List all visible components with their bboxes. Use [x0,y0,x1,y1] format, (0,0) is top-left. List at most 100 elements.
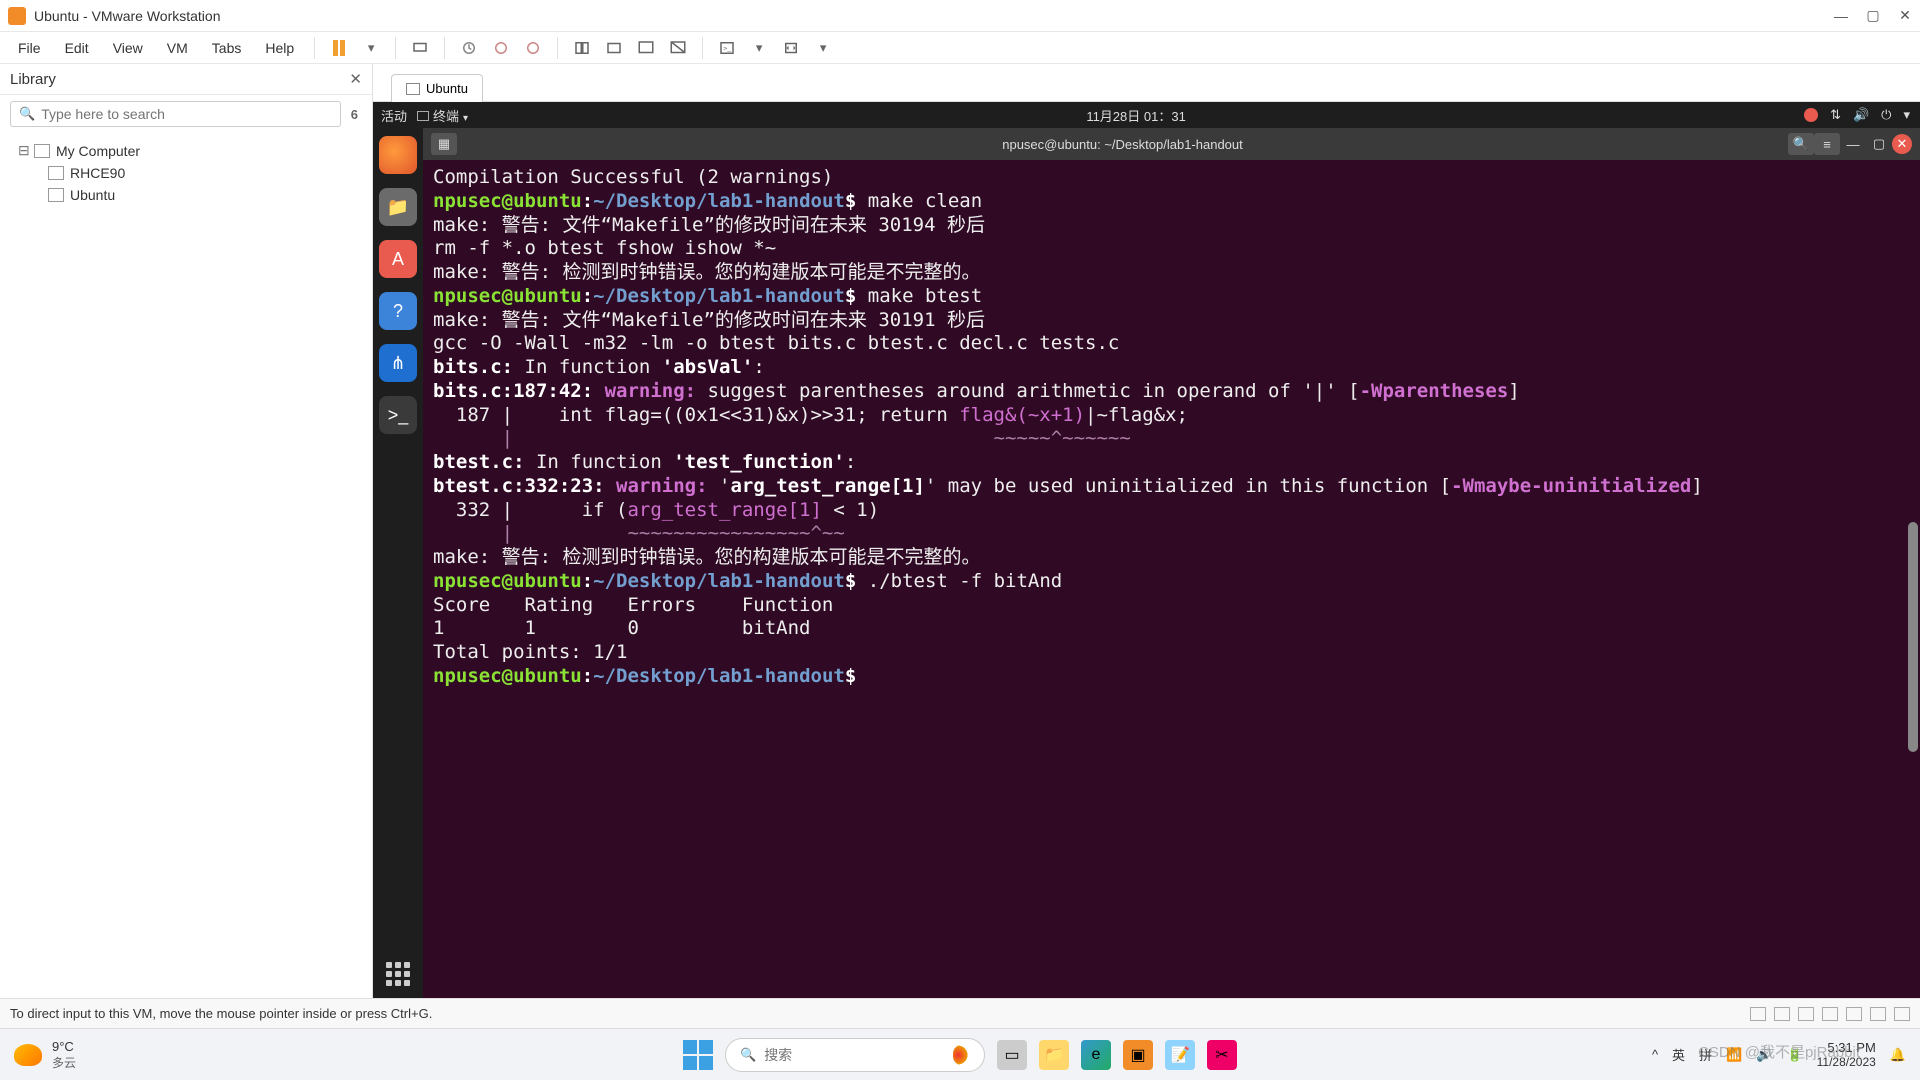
view-console-button[interactable] [600,35,628,61]
taskbar-explorer-icon[interactable]: 📁 [1039,1040,1069,1070]
terminal-maximize-button[interactable]: ▢ [1866,133,1892,155]
vm-icon [406,83,420,95]
menu-view[interactable]: View [103,36,153,60]
library-result-count: 6 [347,107,362,122]
tree-label: RHCE90 [70,165,125,181]
terminal-new-tab-button[interactable]: ▦ [431,133,457,155]
ime-lang-en[interactable]: 英 [1672,1045,1685,1064]
library-close-button[interactable]: ✕ [349,70,362,88]
library-search-input[interactable] [41,106,332,122]
system-menu-dropdown[interactable]: ▾ [1903,107,1910,123]
tray-overflow-button[interactable]: ^ [1652,1047,1658,1062]
stretch-dropdown[interactable]: ▾ [809,35,837,61]
tree-node-my-computer[interactable]: ⊟ My Computer [4,139,368,162]
terminal-titlebar: ▦ npusec@ubuntu: ~/Desktop/lab1-handout … [423,128,1920,160]
close-button[interactable]: ✕ [1898,9,1912,23]
tree-node-rhce90[interactable]: RHCE90 [4,162,368,184]
window-title: Ubuntu - VMware Workstation [34,8,1834,24]
taskbar-vmware-icon[interactable]: ▣ [1123,1040,1153,1070]
menu-vm[interactable]: VM [157,36,198,60]
taskbar-search-input[interactable] [764,1047,945,1063]
app-menu-terminal[interactable]: 终端 [417,106,468,125]
console-dropdown[interactable]: ▾ [745,35,773,61]
vm-tab-ubuntu[interactable]: Ubuntu [391,74,483,102]
maximize-button[interactable]: ▢ [1866,9,1880,23]
ubuntu-dock: 📁 A ? ⋔ >_ [373,128,423,998]
taskbar-weather-widget[interactable]: 9°C 多云 [14,1039,76,1071]
menu-help[interactable]: Help [255,36,304,60]
taskbar-taskview-icon[interactable]: ▭ [997,1040,1027,1070]
dock-files-icon[interactable]: 📁 [379,188,417,226]
terminal-minimize-button[interactable]: — [1840,133,1866,155]
stretch-button[interactable] [777,35,805,61]
weather-desc: 多云 [52,1054,76,1071]
dock-help-icon[interactable]: ? [379,292,417,330]
snapshot-manager-button[interactable] [519,35,547,61]
svg-text:>_: >_ [723,45,731,52]
menu-file[interactable]: File [8,36,51,60]
network-icon[interactable]: ⇅ [1830,107,1841,123]
terminal-menu-button[interactable]: ≡ [1814,133,1840,155]
library-search-box[interactable]: 🔍 [10,101,341,127]
tree-label: My Computer [56,143,140,159]
pause-dropdown[interactable]: ▾ [357,35,385,61]
view-single-button[interactable] [568,35,596,61]
dock-vscode-icon[interactable]: ⋔ [379,344,417,382]
terminal-output[interactable]: Compilation Successful (2 warnings) npus… [423,160,1920,998]
vm-screen[interactable]: 活动 终端 11月28日 01：31 ⇅ 🔊 ⏻ ▾ 📁 A ? ⋔ [373,102,1920,998]
taskbar-notepad-icon[interactable]: 📝 [1165,1040,1195,1070]
vmware-app-icon [8,7,26,25]
pause-vm-button[interactable] [325,35,353,61]
device-hdd-icon[interactable] [1750,1007,1766,1021]
vm-scrollbar[interactable] [1906,162,1918,992]
power-icon[interactable]: ⏻ [1881,107,1891,123]
status-dot-icon[interactable] [1804,108,1818,122]
ubuntu-top-bar: 活动 终端 11月28日 01：31 ⇅ 🔊 ⏻ ▾ [373,102,1920,128]
device-printer-icon[interactable] [1870,1007,1886,1021]
ubuntu-datetime[interactable]: 11月28日 01：31 [468,106,1804,125]
taskbar-search-box[interactable]: 🔍 [725,1038,985,1072]
separator [314,37,315,59]
menu-tabs[interactable]: Tabs [202,36,252,60]
search-icon: 🔍 [19,106,35,122]
search-highlight-icon [953,1045,970,1065]
terminal-icon [417,111,429,121]
dock-firefox-icon[interactable] [379,136,417,174]
library-tree: ⊟ My Computer RHCE90 Ubuntu [0,133,372,998]
terminal-close-button[interactable]: ✕ [1892,134,1912,154]
dock-terminal-icon[interactable]: >_ [379,396,417,434]
snapshot-button[interactable] [455,35,483,61]
volume-icon[interactable]: 🔊 [1853,107,1869,123]
weather-icon [14,1044,42,1066]
dock-show-apps-icon[interactable] [386,962,410,986]
send-ctrl-alt-del-button[interactable] [406,35,434,61]
dock-software-icon[interactable]: A [379,240,417,278]
separator [444,37,445,59]
separator [395,37,396,59]
device-display-icon[interactable] [1894,1007,1910,1021]
device-usb-icon[interactable] [1822,1007,1838,1021]
device-sound-icon[interactable] [1846,1007,1862,1021]
tree-collapse-icon[interactable]: ⊟ [18,142,28,159]
vmware-statusbar: To direct input to this VM, move the mou… [0,998,1920,1028]
taskbar-snip-icon[interactable]: ✂ [1207,1040,1237,1070]
device-cd-icon[interactable] [1774,1007,1790,1021]
view-fullscreen-button[interactable] [632,35,660,61]
snapshot-revert-button[interactable] [487,35,515,61]
menu-edit[interactable]: Edit [55,36,99,60]
terminal-search-button[interactable]: 🔍 [1788,133,1814,155]
scrollbar-thumb[interactable] [1908,522,1918,752]
terminal-window: ▦ npusec@ubuntu: ~/Desktop/lab1-handout … [423,128,1920,998]
activities-button[interactable]: 活动 [381,106,407,125]
console-button[interactable]: >_ [713,35,741,61]
notifications-button[interactable]: 🔔 [1890,1047,1906,1063]
tree-node-ubuntu[interactable]: Ubuntu [4,184,368,206]
minimize-button[interactable]: — [1834,9,1848,23]
view-unity-button[interactable] [664,35,692,61]
taskbar-edge-icon[interactable]: e [1081,1040,1111,1070]
separator [557,37,558,59]
start-button[interactable] [683,1040,713,1070]
statusbar-hint: To direct input to this VM, move the mou… [10,1006,432,1021]
weather-temp: 9°C [52,1039,76,1054]
device-net-icon[interactable] [1798,1007,1814,1021]
